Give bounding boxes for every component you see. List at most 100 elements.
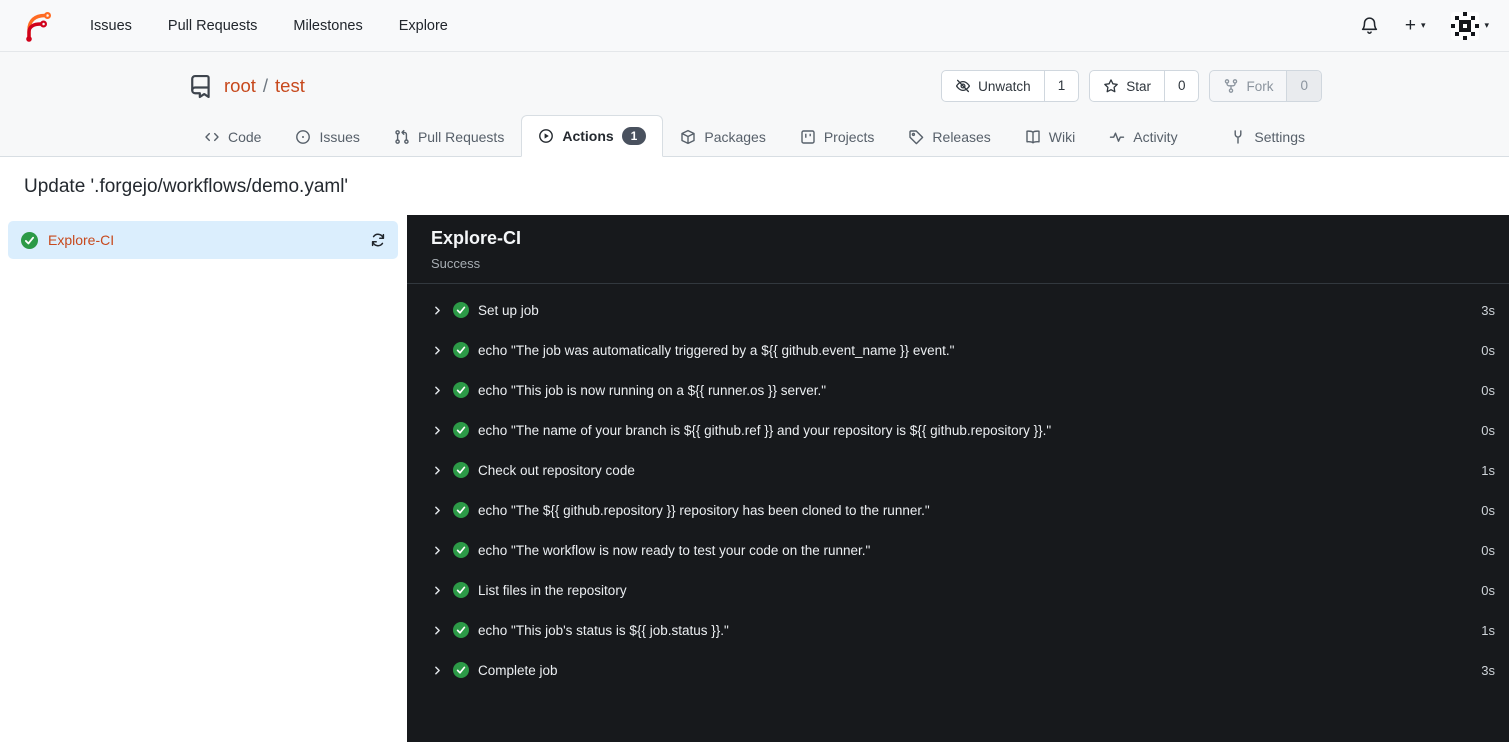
step-duration: 0s xyxy=(1481,382,1495,398)
step-row[interactable]: Check out repository code 1s xyxy=(407,450,1509,490)
nav-item-explore[interactable]: Explore xyxy=(381,18,466,34)
actions-count-badge: 1 xyxy=(621,127,647,145)
tab-activity[interactable]: Activity xyxy=(1092,117,1194,157)
notifications-button[interactable] xyxy=(1360,16,1379,35)
unwatch-button-group: Unwatch 1 xyxy=(941,70,1080,102)
repo-action-buttons: Unwatch 1 Star 0 Fork 0 xyxy=(941,70,1322,102)
chevron-right-icon[interactable] xyxy=(431,344,444,357)
tab-packages[interactable]: Packages xyxy=(663,117,782,157)
user-menu[interactable]: ▾ xyxy=(1451,11,1489,40)
star-button-group: Star 0 xyxy=(1089,70,1200,102)
chevron-right-icon[interactable] xyxy=(431,584,444,597)
step-row[interactable]: List files in the repository 0s xyxy=(407,570,1509,610)
step-row[interactable]: echo "The workflow is now ready to test … xyxy=(407,530,1509,570)
stars-count[interactable]: 0 xyxy=(1163,71,1199,101)
tab-settings-label: Settings xyxy=(1254,129,1305,145)
step-row[interactable]: Complete job 3s xyxy=(407,650,1509,690)
step-label: Check out repository code xyxy=(478,462,635,478)
run-job-title: Explore-CI xyxy=(431,228,522,248)
repo-tabs: Code Issues Pull Requests Actions 1 Pack… xyxy=(187,115,1322,157)
tab-issues[interactable]: Issues xyxy=(278,117,376,157)
tab-wiki[interactable]: Wiki xyxy=(1008,117,1092,157)
step-row[interactable]: Set up job 3s xyxy=(407,290,1509,330)
run-panel-header: Explore-CI Success xyxy=(407,215,1509,284)
nav-item-pull-requests[interactable]: Pull Requests xyxy=(150,18,275,34)
fork-button-group: Fork 0 xyxy=(1209,70,1322,102)
forks-count[interactable]: 0 xyxy=(1286,71,1321,101)
tab-code[interactable]: Code xyxy=(187,117,278,157)
fork-label: Fork xyxy=(1246,78,1274,94)
nav-item-milestones[interactable]: Milestones xyxy=(275,18,380,34)
step-label: echo "This job's status is ${{ job.statu… xyxy=(478,622,729,638)
chevron-right-icon[interactable] xyxy=(431,624,444,637)
fork-button[interactable]: Fork xyxy=(1210,71,1286,101)
job-item-explore-ci[interactable]: Explore-CI xyxy=(8,221,398,259)
step-label: echo "The workflow is now ready to test … xyxy=(478,542,871,558)
chevron-right-icon[interactable] xyxy=(431,464,444,477)
eye-slash-icon xyxy=(955,78,971,94)
repo-owner-link[interactable]: root xyxy=(224,75,256,97)
repo-separator: / xyxy=(262,75,269,96)
fork-icon xyxy=(1223,78,1239,94)
step-row[interactable]: echo "The ${{ github.repository }} repos… xyxy=(407,490,1509,530)
chevron-right-icon[interactable] xyxy=(431,424,444,437)
refresh-icon[interactable] xyxy=(370,232,386,248)
pulse-icon xyxy=(1109,129,1125,145)
navbar-right: + ▾ ▾ xyxy=(1360,11,1489,40)
tab-actions[interactable]: Actions 1 xyxy=(521,115,664,157)
step-label: Set up job xyxy=(478,302,539,318)
step-row[interactable]: echo "The name of your branch is ${{ git… xyxy=(407,410,1509,450)
chevron-right-icon[interactable] xyxy=(431,664,444,677)
watchers-count[interactable]: 1 xyxy=(1043,71,1079,101)
create-new-dropdown[interactable]: + ▾ xyxy=(1405,16,1426,35)
run-main: Explore-CI Explore-CI Success Set up job… xyxy=(0,215,1509,742)
star-button[interactable]: Star xyxy=(1090,71,1164,101)
repo-header: root / test Unwatch 1 Star 0 Fork 0 Code… xyxy=(0,52,1509,157)
jobs-sidebar: Explore-CI xyxy=(0,215,407,742)
unwatch-label: Unwatch xyxy=(978,78,1031,94)
step-list: Set up job 3s echo "The job was automati… xyxy=(407,284,1509,690)
chevron-right-icon[interactable] xyxy=(431,384,444,397)
issue-icon xyxy=(295,129,311,145)
repo-name-link[interactable]: test xyxy=(275,75,305,97)
step-duration: 3s xyxy=(1481,662,1495,678)
chevron-right-icon[interactable] xyxy=(431,544,444,557)
tab-wiki-label: Wiki xyxy=(1048,129,1076,145)
tag-icon xyxy=(908,129,924,145)
tab-releases[interactable]: Releases xyxy=(891,117,1007,157)
step-duration: 0s xyxy=(1481,342,1495,358)
step-row[interactable]: echo "This job is now running on a ${{ r… xyxy=(407,370,1509,410)
tab-settings[interactable]: Settings xyxy=(1213,117,1322,157)
unwatch-button[interactable]: Unwatch xyxy=(942,71,1044,101)
tab-activity-label: Activity xyxy=(1133,129,1178,145)
step-row[interactable]: echo "The job was automatically triggere… xyxy=(407,330,1509,370)
nav-item-issues[interactable]: Issues xyxy=(72,18,150,34)
check-circle-icon xyxy=(453,542,469,558)
run-log-panel: Explore-CI Success Set up job 3s echo "T… xyxy=(407,215,1509,742)
check-circle-icon xyxy=(453,502,469,518)
check-circle-icon xyxy=(453,462,469,478)
chevron-right-icon[interactable] xyxy=(431,304,444,317)
step-row[interactable]: echo "This job's status is ${{ job.statu… xyxy=(407,610,1509,650)
step-label: List files in the repository xyxy=(478,582,627,598)
check-circle-icon xyxy=(453,662,469,678)
plus-icon: + xyxy=(1404,15,1416,36)
play-circle-icon xyxy=(538,128,554,144)
check-circle-icon xyxy=(453,302,469,318)
chevron-right-icon[interactable] xyxy=(431,504,444,517)
package-icon xyxy=(680,129,696,145)
tab-projects[interactable]: Projects xyxy=(783,117,892,157)
step-label: echo "This job is now running on a ${{ r… xyxy=(478,382,827,398)
forgejo-logo-icon[interactable] xyxy=(20,9,54,43)
job-label: Explore-CI xyxy=(48,232,115,248)
tools-icon xyxy=(1230,129,1246,145)
tab-pull-requests[interactable]: Pull Requests xyxy=(377,117,521,157)
step-duration: 0s xyxy=(1481,542,1495,558)
step-duration: 0s xyxy=(1481,502,1495,518)
check-circle-icon xyxy=(453,622,469,638)
tab-actions-label: Actions xyxy=(562,128,614,144)
step-duration: 0s xyxy=(1481,582,1495,598)
tab-issues-label: Issues xyxy=(319,129,360,145)
code-icon xyxy=(204,129,220,145)
pull-request-icon xyxy=(394,129,410,145)
